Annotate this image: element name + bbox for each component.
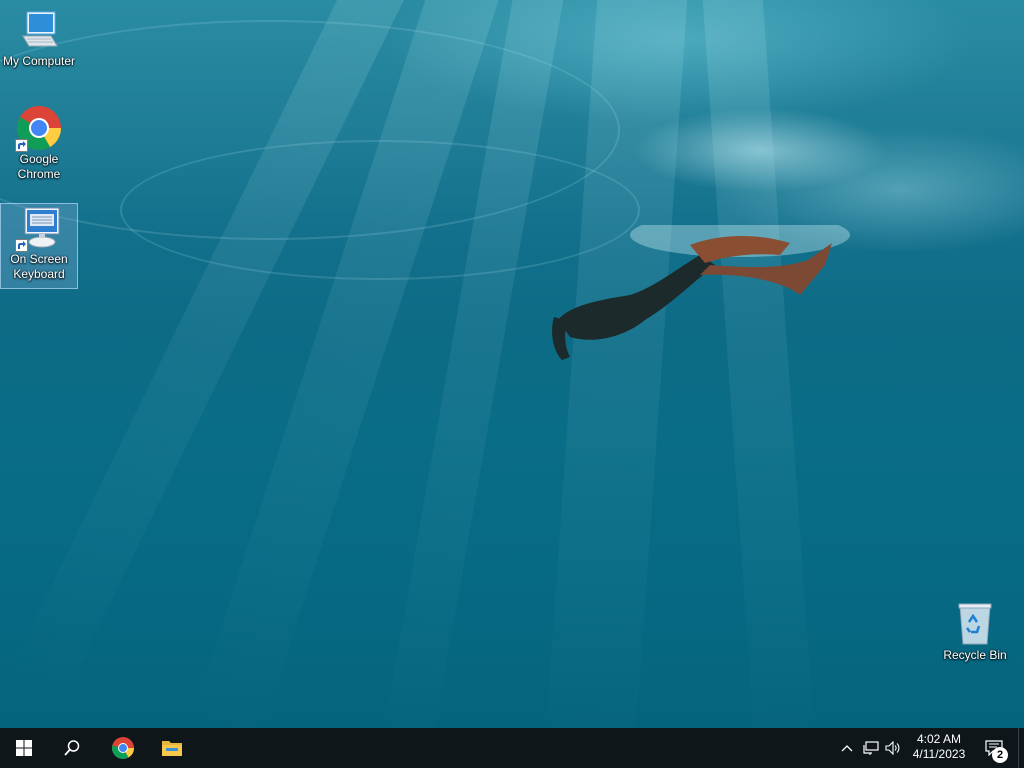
taskbar: 4:02 AM 4/11/2023: [0, 728, 1024, 768]
show-hidden-icons-button[interactable]: [836, 728, 858, 768]
clock-date: 4/11/2023: [912, 747, 966, 761]
notification-count-badge: 2: [992, 747, 1008, 763]
my-computer-shortcut[interactable]: My Computer: [1, 6, 77, 76]
desktop-icon-label: My Computer: [2, 54, 76, 68]
desktop-icon-label: Recycle Bin: [943, 648, 1007, 662]
chevron-up-icon: [841, 745, 853, 752]
volume-button[interactable]: [882, 728, 904, 768]
windows-logo-icon: [16, 740, 32, 756]
show-desktop-button[interactable]: [1018, 728, 1024, 768]
clock-time: 4:02 AM: [916, 732, 962, 746]
desktop-icon-label: On Screen Keyboard: [10, 252, 68, 281]
start-button[interactable]: [0, 728, 48, 768]
taskbar-file-explorer-button[interactable]: [148, 728, 196, 768]
chrome-icon: [15, 104, 63, 152]
taskbar-chrome-button[interactable]: [99, 728, 147, 768]
shortcut-arrow-icon: [15, 239, 28, 252]
on-screen-keyboard-shortcut[interactable]: On Screen Keyboard: [0, 203, 78, 289]
computer-icon: [15, 6, 63, 54]
desktop-wallpaper: My Computer Google Chrome On Screen Keyb…: [0, 0, 1024, 728]
google-chrome-shortcut[interactable]: Google Chrome: [1, 104, 77, 188]
network-button[interactable]: [860, 728, 882, 768]
recycle-bin-shortcut[interactable]: Recycle Bin: [937, 600, 1013, 670]
desktop-icon-label: Google Chrome: [17, 152, 61, 181]
search-button[interactable]: [48, 728, 96, 768]
chrome-icon: [111, 737, 134, 759]
network-icon: [863, 741, 879, 755]
volume-icon: [885, 741, 900, 755]
freediver-image: [552, 225, 850, 360]
file-explorer-icon: [162, 741, 182, 756]
shortcut-arrow-icon: [15, 139, 28, 152]
recycle-bin-icon: [951, 600, 999, 648]
keyboard-icon: [15, 204, 63, 252]
clock[interactable]: 4:02 AM 4/11/2023: [906, 728, 972, 768]
search-icon: [64, 740, 80, 756]
